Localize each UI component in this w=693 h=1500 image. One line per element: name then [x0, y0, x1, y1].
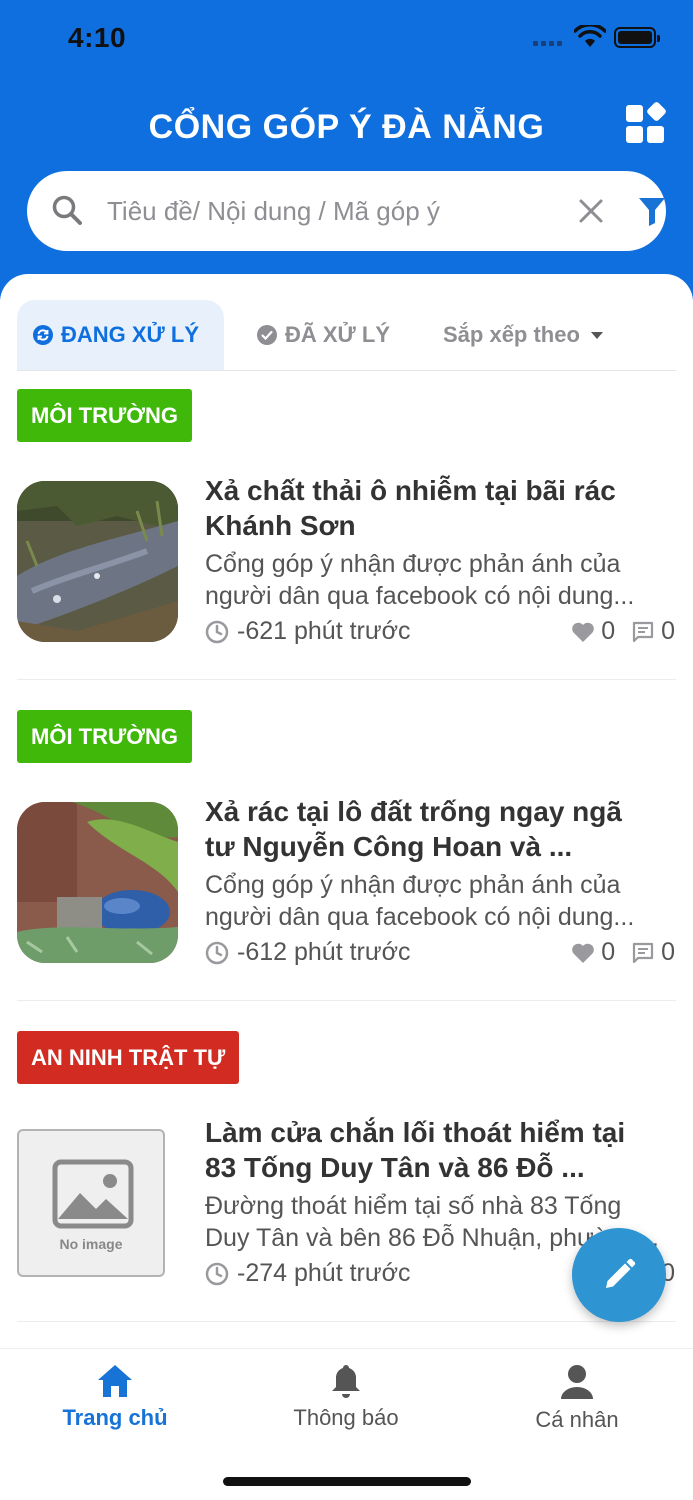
no-image-label: No image [59, 1236, 123, 1252]
feedback-desc: Đường thoát hiểm tại số nhà 83 Tống [205, 1192, 622, 1220]
comment-count: 0 [661, 617, 675, 645]
nav-profile[interactable]: Cá nhân [487, 1363, 667, 1433]
feedback-desc: Cổng góp ý nhận được phản ánh của [205, 871, 621, 899]
feedback-thumbnail [17, 481, 178, 642]
check-circle-icon [257, 325, 277, 345]
feedback-title: Xả rác tại lô đất trống ngay ngã [205, 796, 622, 827]
divider [17, 679, 676, 680]
nav-home[interactable]: Trang chủ [25, 1363, 205, 1431]
search-bar [27, 171, 666, 251]
like-count: 0 [601, 617, 616, 645]
time-ago: -612 phút trước [205, 938, 411, 967]
feedback-desc-cont: người dân qua facebook có nội dung... [205, 582, 635, 610]
search-icon [52, 195, 82, 225]
comment-icon[interactable] [631, 941, 655, 965]
divider [17, 1321, 676, 1322]
home-indicator [223, 1477, 471, 1486]
time-ago-text: -274 phút trước [237, 1259, 411, 1287]
feedback-title-cont: 83 Tống Duy Tân và 86 Đỗ ... [205, 1152, 585, 1183]
create-feedback-button[interactable] [572, 1228, 666, 1322]
feedback-desc-cont: người dân qua facebook có nội dung... [205, 903, 635, 931]
nav-notifications-label: Thông báo [293, 1405, 399, 1430]
grid-apps-icon[interactable] [624, 102, 668, 146]
feedback-thumbnail [17, 802, 178, 963]
category-tag: MÔI TRƯỜNG [17, 389, 193, 442]
status-time: 4:10 [68, 22, 127, 53]
tab-processing-label: ĐANG XỬ LÝ [61, 322, 200, 347]
heart-icon[interactable] [571, 942, 595, 964]
nav-home-label: Trang chủ [62, 1405, 168, 1430]
feedback-title: Làm cửa chắn lối thoát hiểm tại [205, 1117, 626, 1148]
search-input[interactable] [107, 189, 547, 233]
feedback-title-cont: Khánh Sơn [205, 510, 356, 541]
tab-processed-label: ĐÃ XỬ LÝ [285, 322, 391, 347]
feedback-desc: Cổng góp ý nhận được phản ánh của [205, 550, 621, 578]
app-header: 4:10 CỔNG GÓP Ý ĐÀ NẴNG [0, 0, 693, 300]
sync-circle-icon [33, 325, 53, 345]
feedback-title-cont: tư Nguyễn Công Hoan và ... [205, 831, 573, 862]
comment-icon[interactable] [631, 620, 655, 644]
nav-profile-label: Cá nhân [535, 1407, 619, 1432]
pencil-icon [606, 1258, 636, 1288]
wifi-icon [574, 25, 606, 47]
app-title: CỔNG GÓP Ý ĐÀ NẴNG [148, 108, 545, 146]
comment-count: 0 [661, 938, 675, 966]
feedback-stats: 0 0 [571, 617, 675, 646]
time-ago-text: -621 phút trước [237, 617, 411, 645]
clear-icon[interactable] [577, 197, 605, 225]
divider [17, 1000, 676, 1001]
sort-dropdown[interactable]: Sắp xếp theo [443, 300, 604, 370]
user-icon [561, 1365, 593, 1399]
clock-icon [205, 941, 229, 964]
heart-icon[interactable] [571, 621, 595, 643]
tab-processing[interactable]: ĐANG XỬ LÝ [17, 300, 224, 370]
like-count: 0 [601, 938, 616, 966]
image-placeholder-icon [52, 1159, 134, 1229]
clock-icon [205, 1262, 229, 1285]
bell-icon [332, 1365, 360, 1398]
tab-processed[interactable]: ĐÃ XỬ LÝ [257, 300, 390, 370]
feedback-stats: 0 0 [571, 938, 675, 967]
no-image-placeholder: No image [17, 1129, 165, 1277]
filter-icon[interactable] [637, 195, 667, 227]
sort-label: Sắp xếp theo [443, 322, 580, 347]
feedback-title: Xả chất thải ô nhiễm tại bãi rác [205, 475, 616, 506]
caret-down-icon [590, 332, 603, 339]
category-tag: AN NINH TRẬT TỰ [17, 1031, 240, 1084]
time-ago-text: -612 phút trước [237, 938, 411, 966]
status-tabs: ĐANG XỬ LÝ ĐÃ XỬ LÝ Sắp xếp theo [17, 300, 676, 371]
feedback-meta: -612 phút trước 0 0 [205, 938, 675, 972]
time-ago: -274 phút trước [205, 1259, 411, 1288]
clock-icon [205, 620, 229, 643]
category-tag: MÔI TRƯỜNG [17, 710, 193, 763]
cellular-signal-icon [533, 41, 562, 46]
nav-notifications[interactable]: Thông báo [256, 1363, 436, 1431]
home-icon [98, 1365, 132, 1397]
battery-icon [614, 27, 660, 48]
feedback-meta: -621 phút trước 0 0 [205, 617, 675, 651]
time-ago: -621 phút trước [205, 617, 411, 646]
